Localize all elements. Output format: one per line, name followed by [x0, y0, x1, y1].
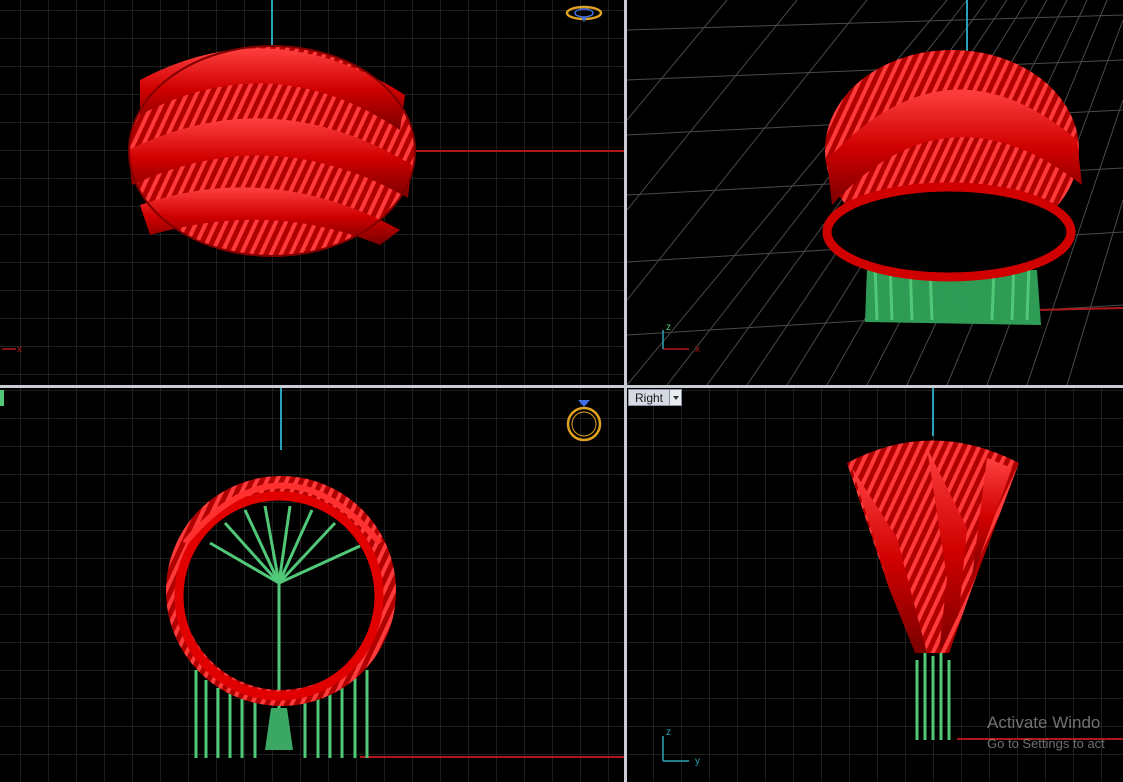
gumball-icon[interactable]: [0, 390, 4, 406]
viewport-divider-vertical[interactable]: [624, 0, 627, 782]
watermark-line1: Activate Windo: [987, 713, 1101, 732]
viewport-perspective[interactable]: x z: [627, 0, 1123, 385]
axis-y-label-right: y: [695, 756, 700, 767]
viewport-label-right[interactable]: Right: [628, 389, 683, 406]
viewport-label-text: Right: [635, 390, 664, 405]
axis-x-label-persp: x: [695, 344, 700, 355]
ring-model-top[interactable]: [128, 45, 416, 257]
axis-z-label-right: z: [666, 727, 671, 738]
axis-indicator-persp: x z: [662, 322, 700, 355]
ring-model-persp[interactable]: [822, 50, 1082, 282]
chevron-down-icon[interactable]: [669, 390, 682, 405]
x-axis-line: [1036, 307, 1123, 311]
watermark-line2: Go to Settings to act: [987, 736, 1105, 751]
viewport-divider-horizontal[interactable]: [0, 385, 1123, 388]
activation-watermark: Activate Windo Go to Settings to act: [987, 713, 1123, 751]
top-canvas: x: [0, 0, 624, 385]
axis-x-label-top: x: [17, 344, 22, 355]
viewport-top[interactable]: x: [0, 0, 624, 385]
axis-z-label-persp: z: [666, 322, 671, 333]
perspective-canvas: x z: [627, 0, 1123, 385]
viewport-front[interactable]: [0, 388, 624, 782]
front-canvas: [0, 388, 624, 782]
viewport-right[interactable]: y z Right Activate Windo Go to Settings …: [627, 388, 1123, 782]
